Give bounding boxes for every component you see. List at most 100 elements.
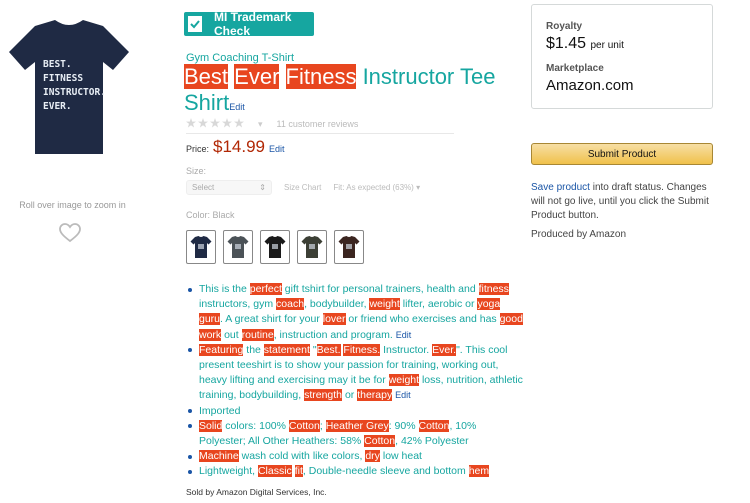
swatch-shirt-icon [190,236,212,258]
text-segment: low heat [379,450,422,463]
color-swatch[interactable] [186,230,216,264]
highlighted-keyword: Fitness [285,64,357,89]
text-segment: ; [319,419,326,432]
highlighted-keyword: Best [184,64,229,89]
text-segment: the [243,343,264,356]
feature-bullet: Solid colors: 100% Cotton; Heather Grey:… [186,419,524,449]
highlighted-keyword: hem [468,465,490,478]
trademark-check-button[interactable]: MI Trademark Check [184,10,314,38]
save-product-link[interactable]: Save product [531,182,590,193]
text-segment: , instruction and program. [273,328,393,341]
text-segment: colors: 100% [222,419,289,432]
color-swatch[interactable] [223,230,253,264]
highlighted-keyword: Featuring [199,343,244,356]
shirt-print-line: FITNESS [43,73,84,84]
highlighted-keyword: Solid [199,419,223,432]
text-segment: or [342,389,358,402]
shirt-print-line: INSTRUCTOR. [43,87,106,98]
highlighted-keyword: routine [241,328,274,341]
royalty-label: Royalty [546,21,583,32]
text-segment: , Double-needle sleeve and bottom [302,465,469,478]
reviews-link[interactable]: 11 customer reviews [277,119,359,129]
highlighted-keyword: Ever [234,64,280,89]
swatch-shirt-icon [301,236,323,258]
text-segment: Imported [199,404,241,417]
swatch-shirt-icon [264,236,286,258]
text-segment: Lightweight, [199,465,258,478]
highlighted-keyword: fit [294,465,303,478]
color-swatch[interactable] [297,230,327,264]
color-swatch[interactable] [260,230,290,264]
chevron-down-icon[interactable]: ▾ [258,119,263,130]
price-edit-link[interactable]: Edit [269,144,285,154]
star-rating-icon[interactable] [186,118,244,130]
feature-bullet: Featuring the statement "Best. Fitness. … [186,343,524,404]
text-segment: out [221,328,242,341]
highlighted-keyword: Best. [316,343,341,356]
royalty-value: $1.45 per unit [546,35,624,52]
bullet-edit-link[interactable]: Edit [396,330,412,340]
highlighted-keyword: Cotton [288,419,320,432]
product-image[interactable]: BEST. FITNESS INSTRUCTOR. EVER. [5,18,133,158]
size-row: Select ⇕ Size Chart Fit: As expected (63… [186,180,420,195]
highlighted-keyword: Cotton [364,435,396,448]
highlighted-keyword: Fitness. [343,343,381,356]
price-label: Price: [186,144,210,154]
highlighted-keyword: therapy [357,389,393,402]
title-edit-link[interactable]: Edit [229,102,245,112]
highlighted-keyword: weight [369,298,400,311]
feature-bullet: Machine wash cold with like colors, dry … [186,449,524,464]
highlighted-keyword: statement [263,343,310,356]
highlighted-keyword: Classic [257,465,292,478]
text-segment: wash cold with like colors, [238,450,366,463]
sold-by: Sold by Amazon Digital Services, Inc. [186,487,327,497]
highlighted-keyword: fitness [478,283,509,295]
shirt-print-line: BEST. [43,59,72,70]
royalty-card: Royalty $1.45 per unit Marketplace Amazo… [531,4,713,109]
save-note: Save product into draft status. Changes … [531,181,716,223]
highlighted-keyword: Machine [199,450,239,463]
highlighted-keyword: Ever. [432,343,457,356]
highlighted-keyword: Cotton [418,419,450,432]
text-segment: lifter, aerobic or [399,298,478,311]
text-segment: , 42% Polyester [395,435,469,448]
feature-bullet: Lightweight, Classic fit, Double-needle … [186,464,524,479]
marketplace-label: Marketplace [546,63,604,74]
feature-bullet: Imported [186,404,524,419]
text-segment: instructors, gym [199,298,277,311]
marketplace-value: Amazon.com [546,77,634,94]
bullet-edit-link[interactable]: Edit [395,390,411,400]
heart-icon[interactable] [58,222,82,249]
feature-bullet: This is the perfect gift tshirt for pers… [186,282,524,343]
color-label: Color: Black [186,210,235,220]
text-segment: : 90% [388,419,419,432]
text-segment: " [309,343,317,356]
size-select[interactable]: Select ⇕ [186,180,272,195]
highlighted-keyword: weight [388,374,420,387]
price-row: Price: $14.99 Edit [186,137,285,157]
highlighted-keyword: coach [276,298,305,311]
text-segment: or friend who exercises and has [345,313,500,326]
text-segment: . A great shirt for your [220,313,323,326]
size-chart-link[interactable]: Size Chart [284,183,321,192]
product-title: Best Ever Fitness Instructor Tee ShirtEd… [184,64,514,120]
color-swatch[interactable] [334,230,364,264]
checkbox-icon[interactable] [188,16,202,32]
feature-bullets: This is the perfect gift tshirt for pers… [186,282,524,480]
swatch-shirt-icon [227,236,249,258]
text-segment: , bodybuilder, [304,298,370,311]
shirt-print-line: EVER. [43,101,72,112]
zoom-hint: Roll over image to zoom in [19,200,126,210]
color-swatches [186,230,364,264]
ratings-row: ▾ 11 customer reviews [186,118,454,130]
brand-link[interactable]: Gym Coaching T-Shirt [186,52,294,64]
divider [186,133,454,134]
text-segment: gift tshirt for personal trainers, healt… [281,283,479,295]
highlighted-keyword: dry [365,450,380,463]
highlighted-keyword: strength [304,389,343,402]
size-label: Size: [186,166,207,176]
submit-product-button[interactable]: Submit Product [531,143,713,165]
produced-by: Produced by Amazon [531,229,627,240]
select-arrows-icon: ⇕ [259,183,266,192]
text-segment [279,64,285,89]
